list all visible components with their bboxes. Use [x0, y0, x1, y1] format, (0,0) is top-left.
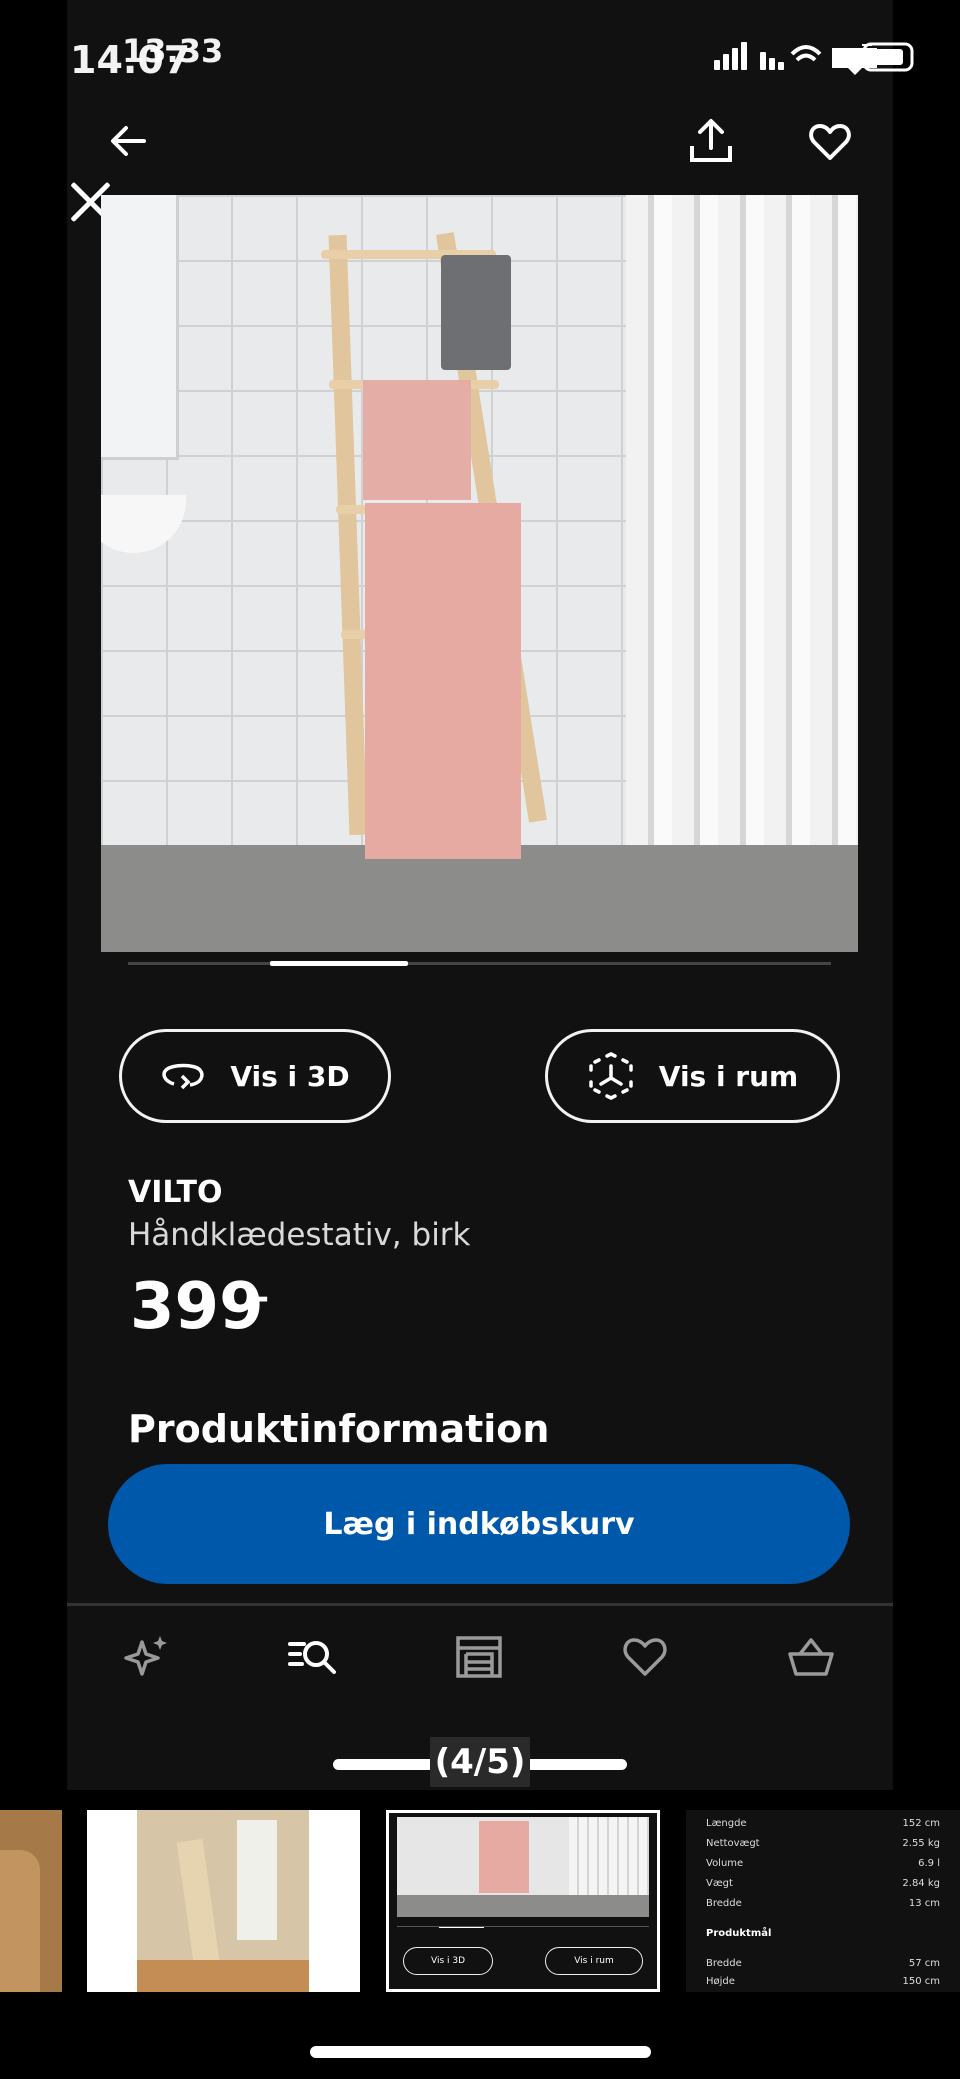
view-in-room-label: Vis i rum: [658, 1059, 799, 1093]
basket-icon[interactable]: [786, 1632, 836, 1682]
view-in-3d-button[interactable]: Vis i 3D: [119, 1029, 391, 1123]
favorite-heart-icon[interactable]: [808, 120, 852, 164]
product-brand: VILTO: [128, 1175, 223, 1210]
tab-bar-divider: [67, 1603, 893, 1606]
thumbnail-2[interactable]: [87, 1810, 360, 1992]
spec-label: Bredde: [706, 1958, 742, 1969]
image-counter: (4/5): [430, 1737, 530, 1787]
rotate-3d-icon: [162, 1063, 204, 1090]
spec-value: 150 cm: [902, 1976, 940, 1987]
spec-row: Længde 152 cm: [706, 1818, 940, 1829]
image-carousel-track: [128, 962, 831, 965]
thumbnail-1[interactable]: [0, 1810, 62, 1992]
image-carousel-indicator: [270, 961, 408, 966]
mini-view-3d-button: Vis i 3D: [403, 1947, 493, 1975]
spec-label: Vægt: [706, 1878, 733, 1889]
spec-label: Volume: [706, 1858, 744, 1869]
spec-row: Volume 6.9 l: [706, 1858, 940, 1869]
mini-view-room-label: Vis i rum: [574, 1956, 614, 1966]
section-title[interactable]: Produktinformation: [128, 1407, 549, 1445]
back-arrow-icon[interactable]: [108, 120, 150, 162]
add-to-cart-button[interactable]: Læg i indkøbskurv: [108, 1464, 850, 1584]
status-icons: [714, 42, 914, 75]
sparkle-icon[interactable]: [122, 1632, 172, 1682]
spec-row: Bredde 57 cm: [706, 1958, 940, 1969]
product-description: Håndklædestativ, birk: [128, 1217, 471, 1253]
view-in-3d-label: Vis i 3D: [230, 1059, 350, 1093]
spec-row: Nettovægt 2.55 kg: [706, 1838, 940, 1849]
spec-value: 6.9 l: [918, 1858, 940, 1869]
heart-icon[interactable]: [620, 1632, 670, 1682]
system-home-indicator: [310, 2046, 651, 2058]
spec-label: Længde: [706, 1818, 747, 1829]
view-in-room-button[interactable]: Vis i rum: [545, 1029, 840, 1123]
spec-value: 57 cm: [908, 1958, 940, 1969]
product-image[interactable]: [101, 195, 858, 952]
spec-label: Højde: [706, 1976, 735, 1987]
store-icon[interactable]: [454, 1632, 504, 1682]
spec-row: Bredde 13 cm: [706, 1898, 940, 1909]
price-suffix: .-: [242, 1278, 270, 1318]
thumbnail-3-selected[interactable]: Vis i 3D Vis i rum: [386, 1810, 660, 1992]
search-list-icon[interactable]: [288, 1632, 338, 1682]
spec-row: Højde 150 cm: [706, 1976, 940, 1987]
spec-label: Nettovægt: [706, 1838, 760, 1849]
spec-heading: Produktmål: [706, 1928, 772, 1939]
spec-value: 2.55 kg: [902, 1838, 940, 1849]
spec-value: 2.84 kg: [902, 1878, 940, 1889]
spec-value: 152 cm: [902, 1818, 940, 1829]
mini-view-room-button: Vis i rum: [545, 1947, 643, 1975]
spec-label: Bredde: [706, 1898, 742, 1909]
ar-cube-icon: [589, 1052, 633, 1100]
thumbnail-4-specs[interactable]: Længde 152 cm Nettovægt 2.55 kg Volume 6.9 …: [686, 1810, 960, 1992]
spec-row: Vægt 2.84 kg: [706, 1878, 940, 1889]
share-icon[interactable]: [686, 116, 736, 166]
mini-view-3d-label: Vis i 3D: [430, 1956, 466, 1966]
status-time-secondary: 13.33: [122, 32, 224, 70]
spec-value: 13 cm: [908, 1898, 940, 1909]
